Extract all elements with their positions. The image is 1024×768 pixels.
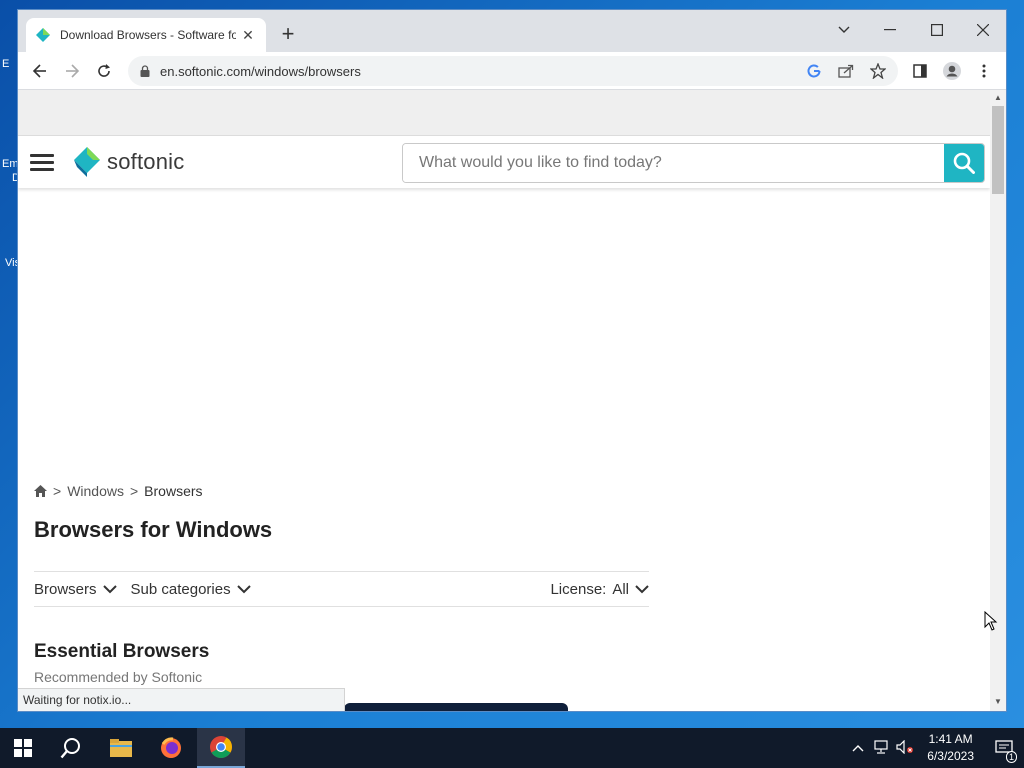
start-button[interactable] — [0, 728, 46, 768]
volume-muted-icon[interactable] — [893, 739, 917, 757]
minimize-button[interactable] — [876, 16, 904, 44]
search-button[interactable] — [944, 144, 984, 182]
back-button[interactable] — [26, 57, 54, 85]
section-title: Essential Browsers — [34, 641, 210, 662]
mouse-cursor-icon — [984, 611, 998, 631]
filter-bar: Browsers Sub categories License: All — [34, 571, 649, 607]
status-bar: Waiting for notix.io... — [18, 688, 345, 711]
search-taskbar-button[interactable] — [48, 728, 94, 768]
home-icon[interactable] — [34, 485, 47, 497]
search-input[interactable] — [403, 144, 944, 182]
page-title: Browsers for Windows — [34, 517, 273, 542]
breadcrumb-item-windows[interactable]: Windows — [67, 483, 124, 499]
address-bar[interactable]: en.softonic.com/windows/browsers — [128, 56, 898, 86]
scroll-up-icon[interactable]: ▲ — [994, 93, 1002, 102]
site-search — [402, 143, 985, 183]
category-filter-label: Browsers — [34, 580, 97, 598]
category-filter[interactable]: Browsers — [34, 581, 117, 598]
search-icon — [953, 152, 975, 174]
browser-menu-icon[interactable] — [970, 57, 998, 85]
breadcrumb-item-browsers: Browsers — [144, 483, 203, 499]
browser-titlebar: Download Browsers - Software fo ✕ + — [18, 10, 1006, 52]
close-window-button[interactable] — [969, 16, 997, 44]
featured-card[interactable] — [344, 703, 568, 711]
softonic-logo-icon — [74, 147, 100, 177]
file-explorer-button[interactable] — [98, 728, 144, 768]
taskbar: 1:41 AM 6/3/2023 1 — [0, 728, 1024, 768]
tab-title: Download Browsers - Software fo — [60, 28, 236, 42]
clock-time: 1:41 AM — [928, 732, 973, 746]
forward-button[interactable] — [58, 57, 86, 85]
folder-icon — [110, 739, 132, 757]
hamburger-menu-icon[interactable] — [30, 154, 54, 172]
firefox-icon — [161, 737, 181, 758]
softonic-logo[interactable]: softonic — [73, 146, 184, 178]
subcategories-filter-label: Sub categories — [130, 580, 231, 598]
subcategories-filter[interactable]: Sub categories — [131, 581, 251, 598]
tab-search-chevron-icon[interactable] — [830, 16, 858, 44]
scroll-down-icon[interactable]: ▼ — [994, 697, 1002, 706]
lock-icon[interactable] — [140, 65, 150, 77]
windows-logo-icon — [14, 739, 32, 757]
show-hidden-icons-icon[interactable] — [847, 741, 869, 755]
desktop-icon-label[interactable]: Em — [2, 158, 18, 170]
softonic-favicon-icon — [36, 28, 50, 42]
page-viewport: softonic > Windows > Browsers Browsers f… — [18, 90, 1006, 711]
clock-date: 6/3/2023 — [927, 749, 974, 763]
browser-tab[interactable]: Download Browsers - Software fo ✕ — [26, 18, 266, 52]
chevron-down-icon — [635, 584, 649, 593]
search-icon — [60, 738, 80, 759]
ad-banner-area — [18, 90, 990, 136]
scroll-thumb[interactable] — [992, 106, 1004, 194]
license-filter-value: All — [612, 580, 629, 598]
new-tab-button[interactable]: + — [276, 21, 300, 46]
system-tray: 1:41 AM 6/3/2023 1 — [847, 728, 1024, 768]
chrome-icon — [210, 736, 232, 758]
share-icon[interactable] — [834, 59, 858, 83]
license-filter-label: License: — [550, 580, 607, 598]
url-text[interactable]: en.softonic.com/windows/browsers — [160, 64, 361, 79]
maximize-button[interactable] — [923, 16, 951, 44]
section-subtitle: Recommended by Softonic — [34, 669, 203, 685]
google-lens-icon[interactable] — [802, 59, 826, 83]
bookmark-star-icon[interactable] — [866, 59, 890, 83]
reload-button[interactable] — [90, 57, 118, 85]
profile-avatar-icon[interactable] — [938, 57, 966, 85]
side-panel-icon[interactable] — [906, 57, 934, 85]
notification-center-icon[interactable]: 1 — [984, 740, 1024, 763]
tab-close-icon[interactable]: ✕ — [240, 27, 256, 44]
breadcrumb-separator: > — [129, 483, 139, 499]
desktop-icon-label[interactable]: Vis — [5, 257, 19, 269]
firefox-button[interactable] — [148, 728, 194, 768]
desktop-icon-label[interactable]: E — [2, 58, 18, 70]
logo-text: softonic — [107, 149, 185, 174]
notification-count-badge: 1 — [1006, 751, 1018, 763]
site-header: softonic — [18, 136, 990, 188]
network-icon[interactable] — [869, 739, 893, 757]
browser-window: Download Browsers - Software fo ✕ + en.s… — [18, 10, 1006, 711]
clock[interactable]: 1:41 AM 6/3/2023 — [927, 731, 974, 765]
chevron-down-icon — [236, 584, 251, 593]
chrome-button[interactable] — [197, 728, 245, 768]
breadcrumb: > Windows > Browsers — [34, 483, 203, 499]
chevron-down-icon — [102, 584, 117, 593]
license-filter[interactable]: License: All — [550, 581, 649, 598]
breadcrumb-separator: > — [53, 483, 62, 499]
browser-toolbar: en.softonic.com/windows/browsers — [18, 52, 1006, 90]
